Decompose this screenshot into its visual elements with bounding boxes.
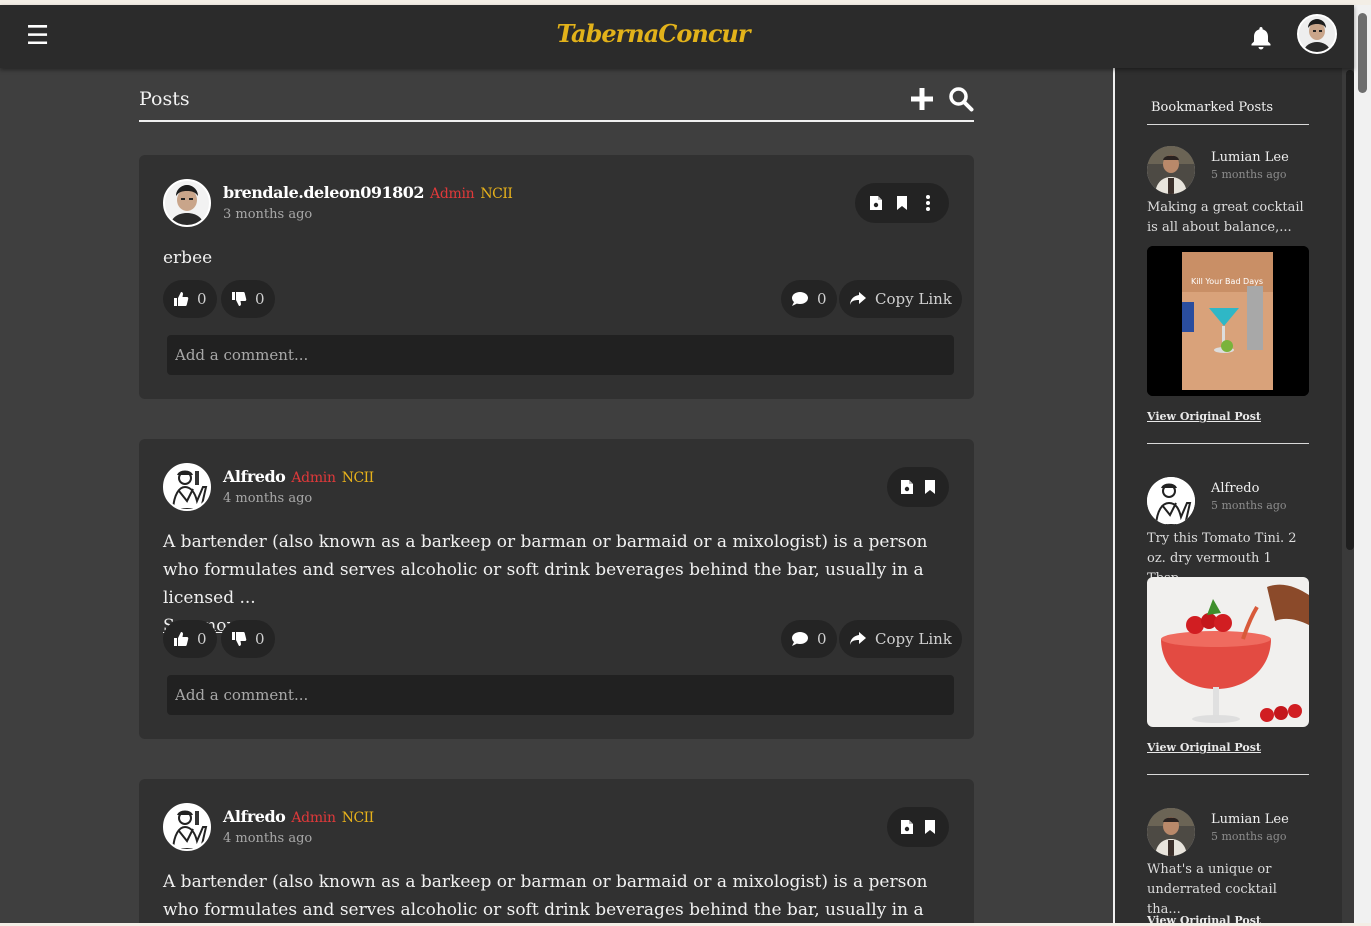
post-timestamp: 4 months ago <box>223 491 313 506</box>
post-username[interactable]: Alfredo Admin NCII <box>223 467 374 486</box>
comment-count: 0 <box>817 290 827 308</box>
share-icon <box>850 292 866 305</box>
username-text[interactable]: Alfredo <box>223 467 286 486</box>
post-body: erbee <box>163 248 213 268</box>
admin-badge: Admin <box>291 470 336 486</box>
admin-badge: Admin <box>430 186 475 202</box>
bookmark-avatar[interactable] <box>1147 146 1195 194</box>
copy-link-button[interactable]: Copy Link <box>839 620 962 658</box>
bookmarks-sidebar: Bookmarked Posts Lumian Lee 5 months ago… <box>1113 68 1354 926</box>
user-avatar[interactable] <box>1297 14 1337 54</box>
bookmark-time: 5 months ago <box>1211 830 1287 843</box>
report-icon[interactable] <box>895 815 918 839</box>
post-actions <box>887 807 949 847</box>
thumbs-up-icon <box>174 632 189 646</box>
like-count: 0 <box>197 630 207 648</box>
bookmark-author[interactable]: Alfredo <box>1211 481 1259 496</box>
app-logo[interactable]: TabernaConcur <box>0 19 1306 48</box>
bookmark-excerpt: Making a great cocktail is all about bal… <box>1147 200 1304 235</box>
dislike-count: 0 <box>255 630 265 648</box>
view-original-post-link[interactable]: View Original Post <box>1147 410 1261 423</box>
post-avatar[interactable] <box>163 179 211 227</box>
post-timestamp: 3 months ago <box>223 207 313 222</box>
bookmark-excerpt: What's a unique or underrated cocktail t… <box>1147 862 1277 917</box>
divider <box>1147 443 1309 444</box>
report-icon[interactable] <box>895 475 918 499</box>
plus-icon[interactable] <box>909 86 935 112</box>
bookmark-icon[interactable] <box>918 475 941 499</box>
share-icon <box>850 632 866 645</box>
divider <box>1147 774 1309 775</box>
bookmark-avatar[interactable] <box>1147 808 1195 856</box>
sidebar-scrollbar[interactable] <box>1342 68 1354 926</box>
page-scrollbar-thumb[interactable] <box>1358 13 1367 93</box>
admin-badge: Admin <box>291 810 336 826</box>
post-actions <box>855 183 949 223</box>
comment-count: 0 <box>817 630 827 648</box>
view-original-post-link[interactable]: View Original Post <box>1147 741 1261 754</box>
comment-input[interactable] <box>167 335 954 375</box>
report-icon[interactable] <box>864 191 888 215</box>
bell-icon[interactable] <box>1249 25 1273 51</box>
tier-badge: NCII <box>341 470 375 486</box>
dislike-count: 0 <box>255 290 265 308</box>
post-username[interactable]: Alfredo Admin NCII <box>223 807 374 826</box>
username-text[interactable]: brendale.deleon091802 <box>223 183 425 202</box>
page-title: Posts <box>139 88 190 110</box>
thumbs-down-icon <box>232 292 247 306</box>
comment-input[interactable] <box>167 675 954 715</box>
thumbs-down-icon <box>232 632 247 646</box>
divider <box>1147 124 1309 125</box>
dislike-button[interactable]: 0 <box>221 280 275 318</box>
post-body: A bartender (also known as a barkeep or … <box>163 528 953 640</box>
page-scrollbar[interactable] <box>1354 5 1371 926</box>
bookmark-icon[interactable] <box>890 191 914 215</box>
like-count: 0 <box>197 290 207 308</box>
copy-link-button[interactable]: Copy Link <box>839 280 962 318</box>
bookmark-author[interactable]: Lumian Lee <box>1211 150 1289 165</box>
post-avatar[interactable] <box>163 463 211 511</box>
bookmark-time: 5 months ago <box>1211 168 1287 181</box>
posts-header: Posts <box>139 82 974 122</box>
bookmark-avatar[interactable] <box>1147 477 1195 525</box>
comment-icon <box>792 292 808 306</box>
bookmark-image[interactable] <box>1147 577 1309 727</box>
username-text[interactable]: Alfredo <box>223 807 286 826</box>
thumbs-up-icon <box>174 292 189 306</box>
sidebar-scrollbar-thumb[interactable] <box>1346 70 1354 550</box>
tier-badge: NCII <box>480 186 513 202</box>
copy-link-label: Copy Link <box>875 630 952 648</box>
dislike-button[interactable]: 0 <box>221 620 275 658</box>
sidebar-title: Bookmarked Posts <box>1151 100 1274 115</box>
post-card: Alfredo Admin NCII 4 months ago A bartende… <box>139 439 974 739</box>
post-timestamp: 4 months ago <box>223 831 313 846</box>
bookmark-icon[interactable] <box>918 815 941 839</box>
image-caption: Kill Your Bad Days <box>1191 277 1263 286</box>
bookmark-image[interactable]: Kill Your Bad Days <box>1147 246 1309 396</box>
more-options-icon[interactable] <box>916 191 940 215</box>
post-avatar[interactable] <box>163 803 211 851</box>
post-card: Alfredo Admin NCII 4 months ago A bartende… <box>139 779 974 926</box>
post-card: brendale.deleon091802 Admin NCII 3 months … <box>139 155 974 399</box>
comment-icon <box>792 632 808 646</box>
post-body: A bartender (also known as a barkeep or … <box>163 872 928 920</box>
copy-link-label: Copy Link <box>875 290 952 308</box>
comment-button[interactable]: 0 <box>781 620 837 658</box>
post-username[interactable]: brendale.deleon091802 Admin NCII <box>223 183 513 202</box>
like-button[interactable]: 0 <box>163 280 217 318</box>
bookmark-author[interactable]: Lumian Lee <box>1211 812 1289 827</box>
comment-button[interactable]: 0 <box>781 280 837 318</box>
post-actions <box>887 467 949 507</box>
bookmark-time: 5 months ago <box>1211 499 1287 512</box>
search-icon[interactable] <box>948 86 974 112</box>
post-body-text: A bartender (also known as a barkeep or … <box>163 532 928 608</box>
like-button[interactable]: 0 <box>163 620 217 658</box>
navbar: ☰ TabernaConcur <box>0 5 1354 68</box>
tier-badge: NCII <box>341 810 375 826</box>
